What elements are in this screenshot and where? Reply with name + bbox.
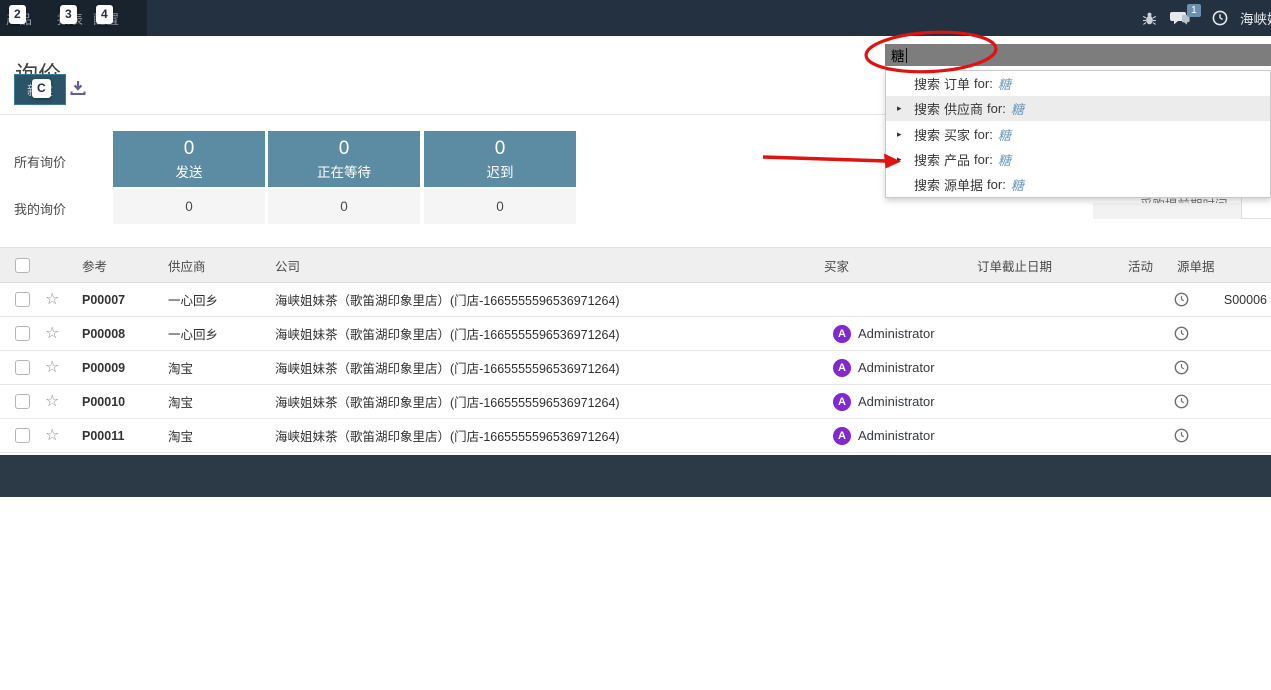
search-term: 糖 xyxy=(1011,175,1024,194)
expand-caret-icon[interactable]: ▸ xyxy=(897,129,902,140)
table-row[interactable]: ☆ P00008 一心回乡 海峡姐妹茶（歌笛湖印象里店）(门店-16655555… xyxy=(0,317,1271,351)
rfq-vendor: 一心回乡 xyxy=(168,283,218,316)
rfq-reference: P00008 xyxy=(82,317,125,350)
annotation-arrow-line xyxy=(763,157,886,161)
search-term: 糖 xyxy=(998,150,1011,169)
column-header-company[interactable]: 公司 xyxy=(275,248,300,282)
kpi-all-sent[interactable]: 0 发送 xyxy=(113,131,265,187)
column-header-vendor[interactable]: 供应商 xyxy=(168,248,206,282)
kpi-my-sent[interactable]: 0 xyxy=(113,189,265,224)
activity-clock-icon[interactable] xyxy=(1174,351,1189,384)
column-header-deadline[interactable]: 订单截止日期 xyxy=(977,248,1052,282)
kpi-my-late[interactable]: 0 xyxy=(424,189,576,224)
table-row[interactable]: ☆ P00009 淘宝 海峡姐妹茶（歌笛湖印象里店）(门店-1665555596… xyxy=(0,351,1271,385)
messages-count-badge: 1 xyxy=(1187,4,1201,17)
accesskey-badge: C xyxy=(32,79,51,98)
nav-menu-products[interactable]: 产品 2 xyxy=(6,0,32,36)
rfq-vendor: 一心回乡 xyxy=(168,317,218,350)
buyer-avatar: A xyxy=(833,427,851,445)
rfq-reference: P00009 xyxy=(82,351,125,384)
expand-caret-icon[interactable]: ▸ xyxy=(897,103,902,114)
search-term: 糖 xyxy=(998,125,1011,144)
nav-menu-reporting[interactable]: 报表 3 xyxy=(57,0,83,36)
select-all-checkbox[interactable] xyxy=(15,258,30,273)
row-checkbox[interactable] xyxy=(15,360,30,375)
table-row[interactable]: ☆ P00010 淘宝 海峡姐妹茶（歌笛湖印象里店）(门店-1665555596… xyxy=(0,385,1271,419)
rfq-buyer: Administrator xyxy=(858,419,935,452)
rfq-vendor: 淘宝 xyxy=(168,385,193,418)
activity-clock-icon[interactable] xyxy=(1174,419,1189,452)
kpi-all-waiting[interactable]: 0 正在等待 xyxy=(268,131,420,187)
rfq-company: 海峡姐妹茶（歌笛湖印象里店）(门店-1665555596536971264) xyxy=(275,317,620,350)
buyer-avatar: A xyxy=(833,393,851,411)
search-option-source-document[interactable]: 搜索 源单据 for: 糖 xyxy=(886,172,1270,197)
create-button[interactable]: 新建 C xyxy=(14,74,66,105)
column-header-reference[interactable]: 参考 xyxy=(82,248,107,282)
favorite-star-icon[interactable]: ☆ xyxy=(45,428,59,444)
rfq-reference: P00010 xyxy=(82,385,125,418)
text-cursor xyxy=(906,48,907,63)
search-option-order[interactable]: 搜索 订单 for: 糖 xyxy=(886,71,1270,96)
kpi-row-label-all: 所有询价 xyxy=(14,152,66,171)
activity-clock-icon[interactable] xyxy=(1174,385,1189,418)
rfq-buyer: Administrator xyxy=(858,317,935,350)
expand-caret-icon[interactable]: ▸ xyxy=(897,154,902,165)
favorite-star-icon[interactable]: ☆ xyxy=(45,326,59,342)
column-header-buyer[interactable]: 买家 xyxy=(824,248,849,282)
rfq-company: 海峡姐妹茶（歌笛湖印象里店）(门店-1665555596536971264) xyxy=(275,419,620,452)
column-header-source[interactable]: 源单据 xyxy=(1177,248,1215,282)
table-header-row: 参考 供应商 公司 买家 订单截止日期 活动 源单据 xyxy=(0,247,1271,283)
search-autocomplete-dropdown: 搜索 订单 for: 糖 ▸ 搜索 供应商 for: 糖 ▸ 搜索 买家 for… xyxy=(885,70,1271,198)
rfq-buyer: Administrator xyxy=(858,385,935,418)
activity-clock-icon[interactable] xyxy=(1174,317,1189,350)
row-checkbox[interactable] xyxy=(15,326,30,341)
rfq-source-document: S00006 xyxy=(1224,283,1267,316)
rfq-vendor: 淘宝 xyxy=(168,351,193,384)
search-term: 糖 xyxy=(1011,99,1024,118)
rfq-buyer: Administrator xyxy=(858,351,935,384)
favorite-star-icon[interactable]: ☆ xyxy=(45,360,59,376)
favorite-star-icon[interactable]: ☆ xyxy=(45,394,59,410)
footer-band xyxy=(0,455,1271,497)
debug-bug-icon[interactable] xyxy=(1141,0,1158,36)
table-row[interactable]: ☆ P00007 一心回乡 海峡姐妹茶（歌笛湖印象里店）(门店-16655555… xyxy=(0,283,1271,317)
search-input-value: 糖 xyxy=(891,45,905,65)
top-navbar: 产品 2 报表 3 配置 4 1 海峡 xyxy=(0,0,1271,36)
rfq-company: 海峡姐妹茶（歌笛湖印象里店）(门店-1665555596536971264) xyxy=(275,351,620,384)
activities-clock-icon[interactable] xyxy=(1212,0,1228,36)
kpi-all-late[interactable]: 0 迟到 xyxy=(424,131,576,187)
search-option-buyer[interactable]: ▸ 搜索 买家 for: 糖 xyxy=(886,121,1270,146)
rfq-company: 海峡姐妹茶（歌笛湖印象里店）(门店-1665555596536971264) xyxy=(275,385,620,418)
favorite-star-icon[interactable]: ☆ xyxy=(45,292,59,308)
obscured-panel-cell xyxy=(1241,197,1271,219)
accesskey-badge: 4 xyxy=(96,5,113,24)
rfq-company: 海峡姐妹茶（歌笛湖印象里店）(门店-1665555596536971264) xyxy=(275,283,620,316)
download-icon[interactable] xyxy=(70,80,86,101)
row-checkbox[interactable] xyxy=(15,292,30,307)
accesskey-badge: 2 xyxy=(9,5,26,24)
kpi-row-label-mine: 我的询价 xyxy=(14,199,66,218)
search-term: 糖 xyxy=(998,74,1011,93)
kpi-my-waiting[interactable]: 0 xyxy=(268,189,420,224)
row-checkbox[interactable] xyxy=(15,428,30,443)
rfq-vendor: 淘宝 xyxy=(168,419,193,452)
search-option-product[interactable]: ▸ 搜索 产品 for: 糖 xyxy=(886,147,1270,172)
search-option-vendor[interactable]: ▸ 搜索 供应商 for: 糖 xyxy=(886,96,1270,121)
column-header-activity[interactable]: 活动 xyxy=(1128,248,1153,282)
table-row[interactable]: ☆ P00011 淘宝 海峡姐妹茶（歌笛湖印象里店）(门店-1665555596… xyxy=(0,419,1271,453)
nav-menu-configuration[interactable]: 配置 4 xyxy=(93,0,119,36)
row-checkbox[interactable] xyxy=(15,394,30,409)
activity-clock-icon[interactable] xyxy=(1174,283,1189,316)
accesskey-badge: 3 xyxy=(60,5,77,24)
search-input[interactable]: 糖 xyxy=(885,44,1271,66)
rfq-reference: P00011 xyxy=(82,419,124,452)
buyer-avatar: A xyxy=(833,359,851,377)
buyer-avatar: A xyxy=(833,325,851,343)
rfq-reference: P00007 xyxy=(82,283,125,316)
user-company-menu[interactable]: 海峡姐妹茶 xyxy=(1240,0,1271,36)
